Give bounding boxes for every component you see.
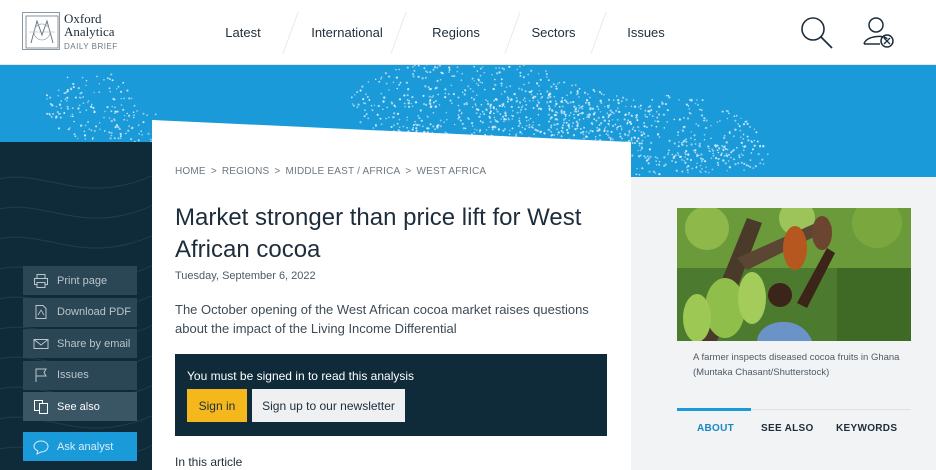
breadcrumb-middle-east-africa[interactable]: MIDDLE EAST / AFRICA (285, 166, 400, 177)
search-icon[interactable] (798, 14, 836, 57)
see-also-button[interactable]: See also (23, 392, 137, 421)
nav-issues[interactable]: Issues (593, 0, 699, 65)
share-email-label: Share by email (57, 337, 131, 350)
article-card: HOME > REGIONS > MIDDLE EAST / AFRICA > WEST A… (152, 120, 631, 470)
breadcrumb-regions[interactable]: REGIONS (222, 166, 270, 177)
breadcrumb-separator: > (210, 166, 217, 177)
download-pdf-label: Download PDF (57, 306, 131, 318)
breadcrumb-west-africa[interactable]: WEST AFRICA (416, 166, 486, 177)
download-pdf-button[interactable]: Download PDF (23, 297, 137, 327)
nav-latest[interactable]: Latest (190, 0, 296, 65)
nav-sectors[interactable]: Sectors (514, 0, 593, 65)
pdf-icon (32, 303, 50, 321)
breadcrumb-separator: > (274, 166, 281, 177)
article-tools: Print page Download PDF Share by email I… (23, 266, 137, 424)
sidebar-tabs: ABOUT SEE ALSO KEYWORDS (677, 408, 911, 445)
ask-analyst-button[interactable]: Ask analyst (23, 432, 137, 461)
newsletter-signup-button[interactable]: Sign up to our newsletter (252, 389, 405, 422)
breadcrumb: HOME > REGIONS > MIDDLE EAST / AFRICA > WEST A… (175, 166, 486, 177)
active-tab-indicator (677, 408, 751, 411)
share-email-button[interactable]: Share by email (23, 329, 137, 358)
nav-international[interactable]: International (296, 0, 398, 65)
main-nav: Latest International Regions Sectors Iss… (190, 0, 699, 65)
oxford-analytica-logo[interactable]: Oxford Analytica DAILY BRIEF (22, 12, 118, 53)
breadcrumb-home[interactable]: HOME (175, 166, 206, 177)
print-icon (32, 272, 50, 290)
user-close-icon[interactable] (862, 14, 898, 55)
tab-keywords[interactable]: KEYWORDS (836, 423, 897, 434)
documents-icon (32, 398, 50, 416)
print-page-button[interactable]: Print page (23, 266, 137, 295)
see-also-label: See also (57, 400, 100, 413)
flag-icon (32, 366, 50, 384)
ask-analyst-label: Ask analyst (57, 440, 114, 453)
article-date: Tuesday, September 6, 2022 (175, 270, 316, 282)
article-photo (677, 208, 911, 341)
email-icon (32, 335, 50, 353)
logo-emblem-icon (22, 12, 60, 50)
tab-about[interactable]: ABOUT (697, 423, 734, 434)
issues-button[interactable]: Issues (23, 360, 137, 390)
chat-icon (32, 438, 50, 456)
logo-line-2: Analytica (64, 24, 115, 39)
print-page-label: Print page (57, 274, 108, 287)
breadcrumb-separator: > (405, 166, 412, 177)
tab-see-also[interactable]: SEE ALSO (761, 423, 814, 434)
in-this-article-heading: In this article (175, 455, 243, 469)
issues-label: Issues (57, 369, 89, 381)
site-header: Oxford Analytica DAILY BRIEF Latest Inte… (0, 0, 936, 65)
article-title: Market stronger than price lift for West… (175, 204, 582, 263)
signin-message: You must be signed in to read this analy… (187, 369, 415, 383)
photo-caption: A farmer inspects diseased cocoa fruits … (693, 352, 900, 378)
article-summary: The October opening of the West African … (175, 302, 589, 336)
nav-regions[interactable]: Regions (398, 0, 514, 65)
logo-subtitle: DAILY BRIEF (64, 42, 118, 51)
sign-in-button[interactable]: Sign in (187, 389, 247, 422)
signin-prompt: You must be signed in to read this analy… (175, 354, 607, 436)
